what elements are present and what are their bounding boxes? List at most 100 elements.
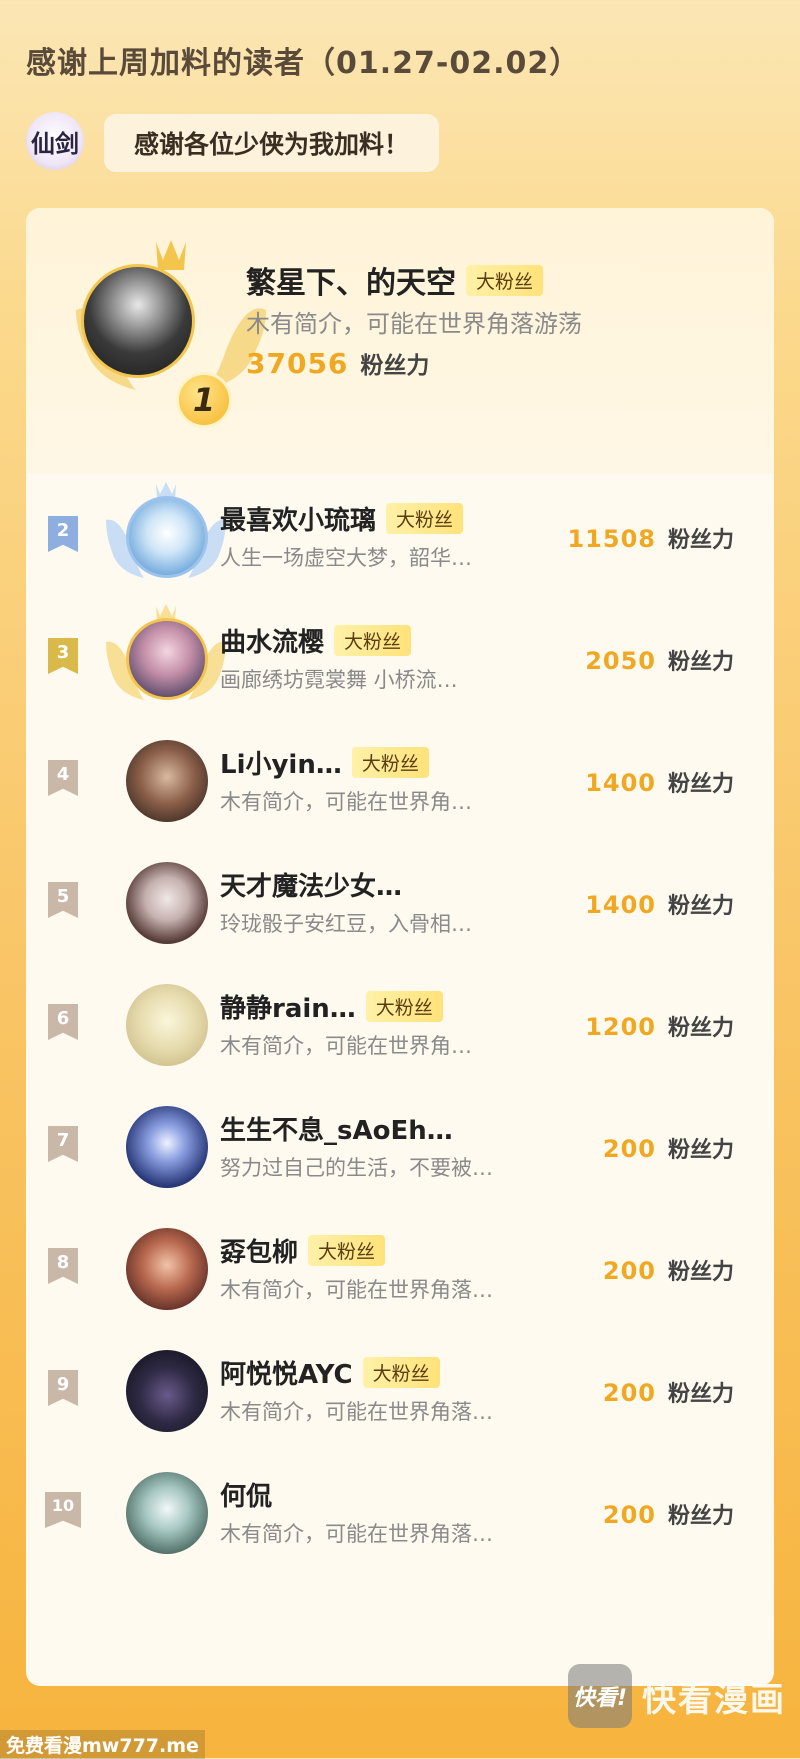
- thanks-bubble: 感谢各位少侠为我加料！: [104, 114, 440, 172]
- fan-row-10[interactable]: 10 何侃 木有简介，可能在世界角落… 200 粉丝力: [26, 1450, 774, 1572]
- fan-power: 1200 粉丝力: [585, 1010, 734, 1042]
- fan-name[interactable]: 最喜欢小琉璃 大粉丝: [220, 500, 464, 537]
- top-fan-avatar[interactable]: [81, 264, 195, 378]
- footer-site-text: 免费看漫mw777.me: [0, 1730, 205, 1759]
- power-value: 1400: [585, 891, 656, 919]
- fan-row-8[interactable]: 8 孬包柳 大粉丝木有简介，可能在世界角落… 200 粉丝力: [26, 1206, 774, 1328]
- power-unit: 粉丝力: [667, 650, 734, 675]
- fan-desc: 玲珑骰子安红豆，入骨相…: [220, 912, 472, 936]
- fan-row-7[interactable]: 7 生生不息_sAoEh… 努力过自己的生活，不要被… 200 粉丝力: [26, 1084, 774, 1206]
- fan-avatar[interactable]: [126, 1106, 208, 1188]
- fan-avatar[interactable]: [126, 984, 208, 1066]
- power-unit: 粉丝力: [360, 353, 430, 379]
- fan-power: 200 粉丝力: [603, 1376, 734, 1408]
- fan-avatar[interactable]: [126, 740, 208, 822]
- fan-power: 2050 粉丝力: [585, 644, 734, 676]
- kuaikan-watermark: 快看! 快看漫画: [568, 1664, 786, 1728]
- fan-name[interactable]: 天才魔法少女…: [220, 866, 402, 903]
- rank-badge: 3: [48, 638, 78, 674]
- fan-name[interactable]: 阿悦悦AYC 大粉丝: [220, 1354, 440, 1391]
- fan-name-text: Li小yin…: [220, 750, 342, 780]
- fan-avatar[interactable]: [126, 1228, 208, 1310]
- power-unit: 粉丝力: [667, 1016, 734, 1041]
- fan-desc: 人生一场虚空大梦，韶华…: [220, 546, 472, 570]
- fan-tag: 大粉丝: [334, 625, 412, 656]
- fan-desc: 木有简介，可能在世界角…: [220, 1034, 472, 1058]
- fan-avatar[interactable]: [126, 618, 208, 700]
- power-unit: 粉丝力: [667, 528, 734, 553]
- top-fan-power: 37056 粉丝力: [246, 346, 429, 380]
- fan-tag: 大粉丝: [365, 991, 443, 1022]
- fan-row-4[interactable]: 4 Li小yin… 大粉丝木有简介，可能在世界角… 1400 粉丝力: [26, 718, 774, 840]
- fan-avatar[interactable]: [126, 496, 208, 578]
- fan-name-text: 天才魔法少女…: [220, 872, 403, 902]
- fan-name-text: 静静rain…: [220, 994, 356, 1024]
- power-value: 1400: [585, 769, 656, 797]
- fan-name[interactable]: 生生不息_sAoEh…: [220, 1110, 453, 1147]
- power-unit: 粉丝力: [667, 1138, 734, 1163]
- fan-power: 11508 粉丝力: [567, 522, 734, 554]
- power-value: 1200: [585, 1013, 656, 1041]
- fan-power: 200 粉丝力: [603, 1254, 734, 1286]
- power-unit: 粉丝力: [667, 894, 734, 919]
- fan-row-5[interactable]: 5 天才魔法少女… 玲珑骰子安红豆，入骨相… 1400 粉丝力: [26, 840, 774, 962]
- fan-power: 1400 粉丝力: [585, 766, 734, 798]
- fan-name-text: 最喜欢小琉璃: [220, 506, 377, 536]
- fan-avatar[interactable]: [126, 1472, 208, 1554]
- top-fan-row[interactable]: 1 繁星下、的天空 大粉丝 木有简介，可能在世界角落游荡 37056 粉丝力: [26, 208, 774, 474]
- ranking-card: 1 繁星下、的天空 大粉丝 木有简介，可能在世界角落游荡 37056 粉丝力 2…: [26, 208, 774, 1686]
- power-value: 200: [602, 1135, 656, 1163]
- fan-desc: 木有简介，可能在世界角落…: [220, 1278, 493, 1302]
- fan-tag: 大粉丝: [351, 747, 429, 778]
- top-fan-name-text: 繁星下、的天空: [246, 266, 456, 301]
- power-value: 200: [602, 1379, 656, 1407]
- fan-desc: 木有简介，可能在世界角…: [220, 790, 472, 814]
- fan-name[interactable]: 静静rain… 大粉丝: [220, 988, 443, 1025]
- rank-badge: 9: [48, 1370, 78, 1406]
- power-value: 200: [602, 1257, 656, 1285]
- kuaikan-logo-icon: 快看!: [568, 1664, 632, 1728]
- power-value: 2050: [585, 647, 656, 675]
- power-value: 37056: [246, 347, 349, 380]
- fan-name-text: 阿悦悦AYC: [220, 1360, 353, 1390]
- fan-name[interactable]: 何侃: [220, 1476, 272, 1513]
- fan-name[interactable]: 孬包柳 大粉丝: [220, 1232, 386, 1269]
- fan-name[interactable]: 曲水流樱 大粉丝: [220, 622, 412, 659]
- fan-avatar[interactable]: [126, 862, 208, 944]
- power-unit: 粉丝力: [667, 772, 734, 797]
- fan-desc: 努力过自己的生活，不要被…: [220, 1156, 493, 1180]
- top-fan-desc: 木有简介，可能在世界角落游荡: [246, 310, 582, 338]
- fan-tag: 大粉丝: [466, 264, 544, 296]
- rank-badge: 8: [48, 1248, 78, 1284]
- power-value: 200: [602, 1501, 656, 1529]
- fan-row-2[interactable]: 2 最喜欢小琉璃 大粉丝人生一场虚空大梦，韶华… 11508 粉丝力: [26, 474, 774, 596]
- rank-1-badge: 1: [176, 372, 232, 428]
- fan-power: 200 粉丝力: [603, 1132, 734, 1164]
- rank-badge: 5: [48, 882, 78, 918]
- power-unit: 粉丝力: [667, 1382, 734, 1407]
- fan-name-text: 曲水流樱: [220, 628, 325, 658]
- fan-desc: 木有简介，可能在世界角落…: [220, 1400, 493, 1424]
- fan-name-text: 孬包柳: [220, 1238, 299, 1268]
- fan-name-text: 生生不息_sAoEh…: [220, 1116, 453, 1146]
- top-fan-name[interactable]: 繁星下、的天空 大粉丝: [246, 258, 544, 302]
- fan-name-text: 何侃: [220, 1482, 273, 1512]
- power-unit: 粉丝力: [667, 1260, 734, 1285]
- fan-power: 200 粉丝力: [603, 1498, 734, 1530]
- logo-text: 仙剑: [31, 128, 79, 158]
- watermark-text: 快看漫画: [642, 1679, 786, 1720]
- fan-row-3[interactable]: 3 曲水流樱 大粉丝 画廊绣坊霓裳舞 小桥流… 2050 粉丝力: [26, 596, 774, 718]
- fan-tag: 大粉丝: [308, 1235, 386, 1266]
- fan-avatar[interactable]: [126, 1350, 208, 1432]
- page-title: 感谢上周加料的读者（01.27-02.02）: [26, 46, 581, 81]
- fan-name[interactable]: Li小yin… 大粉丝: [220, 744, 429, 781]
- fan-row-6[interactable]: 6 静静rain… 大粉丝 木有简介，可能在世界角… 1200 粉丝力: [26, 962, 774, 1084]
- xianjian-logo: 仙剑: [26, 112, 84, 170]
- power-value: 11508: [567, 525, 656, 553]
- fan-tag: 大粉丝: [362, 1357, 440, 1388]
- fan-row-9[interactable]: 9 阿悦悦AYC 大粉丝木有简介，可能在世界角落… 200 粉丝力: [26, 1328, 774, 1450]
- rank-badge: 2: [48, 516, 78, 552]
- fan-tag: 大粉丝: [386, 503, 464, 534]
- rank-badge: 7: [48, 1126, 78, 1162]
- rank-badge: 4: [48, 760, 78, 796]
